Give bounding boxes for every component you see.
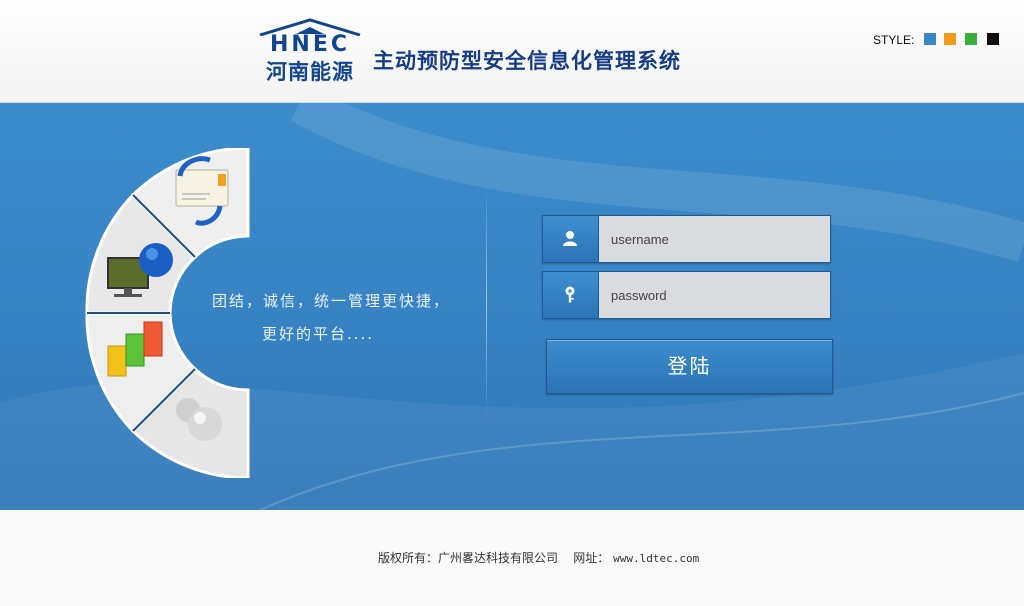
vertical-divider xyxy=(486,181,487,421)
style-swatch-green[interactable] xyxy=(965,33,977,45)
password-input[interactable] xyxy=(599,272,830,318)
username-input[interactable] xyxy=(599,216,830,262)
hnec-logo: HNEC 河南能源 xyxy=(256,18,364,86)
copyright-owner: 版权所有：广州畧达科技有限公司 xyxy=(378,551,559,565)
login-button[interactable]: 登陆 xyxy=(546,339,833,394)
style-swatch-orange[interactable] xyxy=(944,33,956,45)
feature-fan xyxy=(85,148,250,478)
style-swatch-blue[interactable] xyxy=(924,33,936,45)
footer: 版权所有：广州畧达科技有限公司 网址： www.ldtec.com xyxy=(0,510,1024,606)
password-field xyxy=(542,271,831,319)
key-icon xyxy=(543,272,599,318)
user-icon xyxy=(543,216,599,262)
style-swatch-black[interactable] xyxy=(987,33,999,45)
username-field xyxy=(542,215,831,263)
login-banner: 团结，诚信，统一管理更快捷， 更好的平台.... 登陆 xyxy=(0,103,1024,510)
tagline-line-2: 更好的平台.... xyxy=(262,325,375,343)
style-label: STYLE: xyxy=(873,33,915,47)
website-label: 网址： xyxy=(573,551,610,565)
header: HNEC 河南能源 主动预防型安全信息化管理系统 STYLE: xyxy=(0,0,1024,103)
website-link[interactable]: www.ldtec.com xyxy=(613,552,699,565)
copyright-text: 版权所有：广州畧达科技有限公司 网址： www.ldtec.com xyxy=(378,549,699,566)
logo-text-cn: 河南能源 xyxy=(266,60,354,84)
system-title: 主动预防型安全信息化管理系统 xyxy=(373,49,681,73)
logo-text-en: HNEC xyxy=(270,32,350,57)
tagline-line-1: 团结，诚信，统一管理更快捷， xyxy=(212,292,451,310)
